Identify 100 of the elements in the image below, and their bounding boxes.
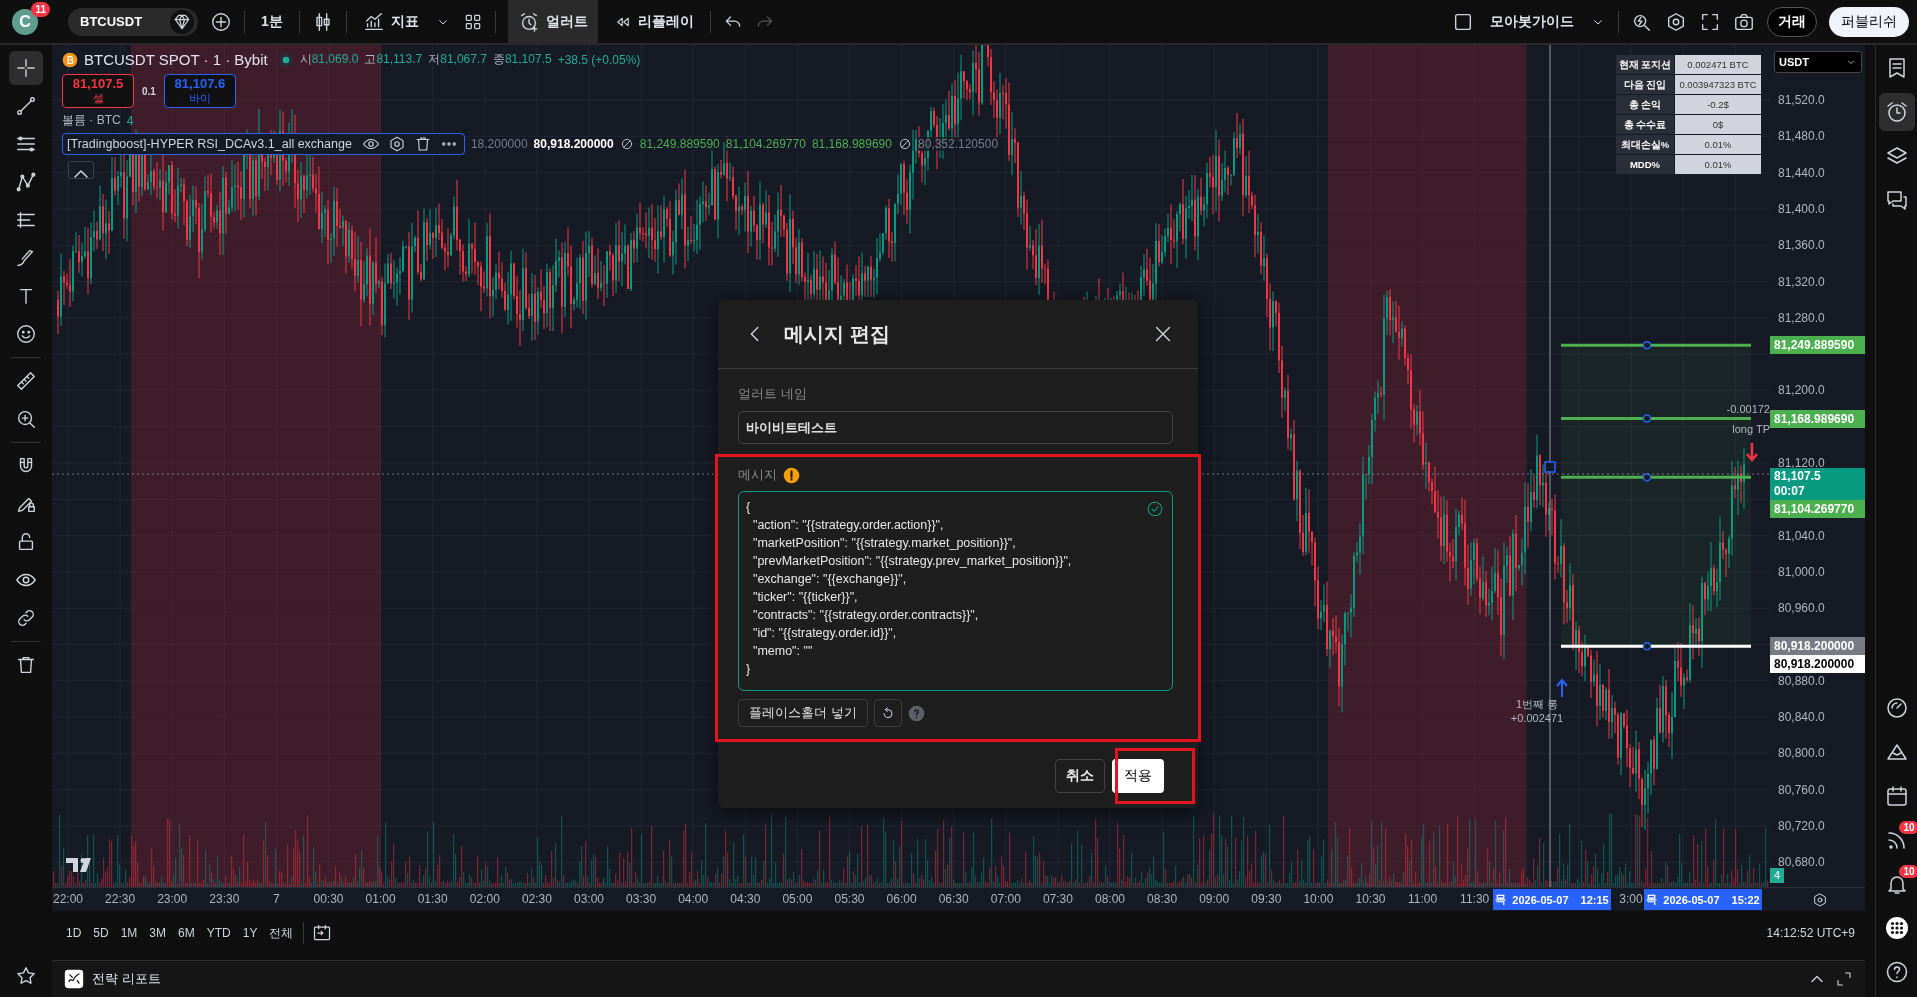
table-cell: 0.01% bbox=[1675, 135, 1761, 154]
currency-dropdown[interactable]: USDT bbox=[1774, 51, 1862, 73]
range-button[interactable]: 1M bbox=[118, 926, 140, 940]
message-field[interactable]: { "action": "{{strategy.order.action}}", "marketPosition": "{{strategy.market_position}}", "prevMarketPosition": "{{strategy.prev_market_position}}", "exchange": "{{exchange}}", "ticker": "{{ticker}}", "contracts": "{{strategy.order.contracts}}", "id": "{{strategy.order.id}}", "memo": "" } bbox=[738, 491, 1173, 691]
tool-button[interactable] bbox=[9, 51, 43, 85]
range-button[interactable]: 5D bbox=[91, 926, 111, 940]
range-button[interactable]: 1D bbox=[64, 926, 84, 940]
chart-annotation: long TP bbox=[1732, 423, 1770, 435]
table-cell: 0.003947323 BTC bbox=[1675, 75, 1761, 94]
table-cell: 0.01% bbox=[1675, 155, 1761, 174]
interval-button[interactable]: 1분 bbox=[257, 0, 287, 43]
apply-button[interactable]: 적용 bbox=[1112, 759, 1164, 793]
sidebar-button[interactable] bbox=[1878, 93, 1915, 131]
range-button[interactable]: YTD bbox=[204, 926, 233, 940]
date-range-icon[interactable] bbox=[312, 923, 333, 943]
reset-button[interactable] bbox=[873, 699, 902, 727]
range-button[interactable]: 1Y bbox=[240, 926, 260, 940]
time-tick: 22:00 bbox=[53, 892, 83, 906]
help-icon[interactable] bbox=[907, 704, 925, 722]
time-tick: 00:30 bbox=[313, 892, 344, 906]
layout-name-button[interactable]: 모아봇가이드 bbox=[1486, 0, 1578, 43]
time-cursor-label: 목 2026-05-07 12:15 bbox=[1493, 889, 1611, 910]
range-button[interactable]: 6M bbox=[176, 926, 197, 940]
time-tick: 07:00 bbox=[990, 892, 1021, 906]
time-cursor-label: 목 2026-05-07 15:22 bbox=[1644, 889, 1762, 910]
strategy-name: [Tradingboost]-HYPER RSI_DCAv3.1_all exchange bbox=[67, 137, 352, 151]
chart-annotation: 1번째 롱 bbox=[1514, 697, 1560, 712]
add-symbol-icon[interactable] bbox=[210, 10, 232, 33]
table-cell: 현재 포지션 bbox=[1616, 55, 1674, 74]
time-tick: 01:00 bbox=[365, 892, 396, 906]
price-tick: 81,480.0 bbox=[1778, 128, 1825, 145]
ruler-icon bbox=[15, 370, 37, 392]
strategy-value: 81,168.989690 bbox=[811, 137, 892, 151]
price-tick: 80,840.0 bbox=[1778, 709, 1825, 726]
help-icon bbox=[1884, 960, 1909, 984]
time-tick: 3:00 bbox=[1619, 892, 1643, 906]
time-tick: 01:30 bbox=[417, 892, 448, 906]
settings-icon[interactable] bbox=[1812, 892, 1828, 908]
price-label: 81,249.889590 bbox=[1770, 336, 1865, 355]
ohlc-value: 고81,113.7 bbox=[364, 51, 423, 68]
strategy-legend[interactable]: [Tradingboost]-HYPER RSI_DCAv3.1_all exchange bbox=[62, 133, 465, 155]
notification-badge: 11 bbox=[31, 1, 50, 17]
range-button[interactable]: 전체 bbox=[267, 924, 296, 942]
trend-line-icon bbox=[15, 95, 37, 117]
strategy-value: 18.200000 bbox=[470, 137, 528, 151]
sidebar-button[interactable]: 10 bbox=[1878, 865, 1915, 903]
buy-button[interactable]: 81,107.6 바이 bbox=[163, 74, 236, 108]
calendar-icon bbox=[1884, 784, 1909, 808]
price-tick: 81,040.0 bbox=[1778, 527, 1825, 544]
time-tick: 03:30 bbox=[626, 892, 657, 906]
sidebar-button[interactable]: 10 bbox=[1878, 821, 1915, 859]
table-cell: -0.2$ bbox=[1675, 95, 1761, 114]
time-tick: 23:00 bbox=[157, 892, 188, 906]
parallel-lines-icon bbox=[15, 133, 37, 155]
chart-annotation: +0.002471 bbox=[1509, 712, 1565, 724]
down-arrow-icon bbox=[1745, 441, 1759, 462]
price-label: 80,918.200000 bbox=[1770, 637, 1865, 656]
count-badge: 10 bbox=[1899, 865, 1917, 878]
price-tick: 81,200.0 bbox=[1778, 382, 1825, 399]
time-tick: 08:30 bbox=[1147, 892, 1178, 906]
cancel-button[interactable]: 취소 bbox=[1055, 759, 1105, 793]
indicators-button[interactable]: 지표 bbox=[358, 0, 423, 43]
star-icon bbox=[15, 965, 37, 987]
slashed-circle-icon bbox=[619, 137, 634, 151]
valid-check-icon bbox=[1146, 500, 1164, 518]
replay-button[interactable]: 리플레이 bbox=[609, 0, 698, 43]
alarm-clock-icon bbox=[1884, 100, 1909, 124]
field-label: 메시지 bbox=[738, 466, 777, 484]
time-tick: 05:00 bbox=[782, 892, 813, 906]
clock-text[interactable]: 14:12:52 UTC+9 bbox=[1766, 926, 1855, 940]
settings-icon[interactable] bbox=[387, 135, 406, 153]
strategy-value: 81,104.269770 bbox=[725, 137, 806, 151]
price-tick: 80,720.0 bbox=[1778, 818, 1825, 834]
apps-grid-icon bbox=[1884, 916, 1909, 940]
gauge-icon bbox=[1884, 696, 1909, 720]
panel-title[interactable]: 전략 리포트 bbox=[92, 970, 161, 988]
price-tick: 80,760.0 bbox=[1778, 781, 1825, 798]
strategy-value: 80,918.200000 bbox=[533, 137, 614, 151]
name-field[interactable]: 바이비트테스트 bbox=[738, 411, 1173, 444]
symbol-search-field[interactable]: BTCUSDT bbox=[68, 7, 198, 36]
trade-button[interactable]: 거래 bbox=[1767, 6, 1817, 37]
settings-icon[interactable] bbox=[1665, 10, 1687, 33]
time-tick: 02:00 bbox=[469, 892, 500, 906]
insert-placeholder-button[interactable]: 플레이스홀더 넣기 bbox=[738, 699, 868, 727]
trash-icon bbox=[15, 654, 37, 676]
publish-button[interactable]: 퍼블리쉬 bbox=[1829, 6, 1909, 37]
alert-button[interactable]: 얼러트 bbox=[507, 0, 598, 43]
strategy-value: 81,249.889590 bbox=[639, 137, 720, 151]
maximize-icon[interactable] bbox=[1835, 970, 1853, 988]
sell-button[interactable]: 81,107.5 셀 bbox=[62, 74, 134, 108]
trash-icon[interactable] bbox=[413, 135, 432, 153]
up-arrow-icon bbox=[1556, 678, 1568, 698]
collapse-icon[interactable] bbox=[68, 161, 94, 179]
symbol-title: BTCUSDT SPOT · 1 · Bybit bbox=[84, 51, 268, 68]
ohlc-value: 시81,069.0 bbox=[299, 51, 359, 68]
field-label: 얼러트 네임 bbox=[738, 385, 808, 403]
dialog-title: 메시지 편집 bbox=[784, 321, 890, 347]
status-dot-icon bbox=[277, 51, 294, 68]
time-tick: 06:30 bbox=[938, 892, 969, 906]
range-button[interactable]: 3M bbox=[147, 926, 169, 940]
